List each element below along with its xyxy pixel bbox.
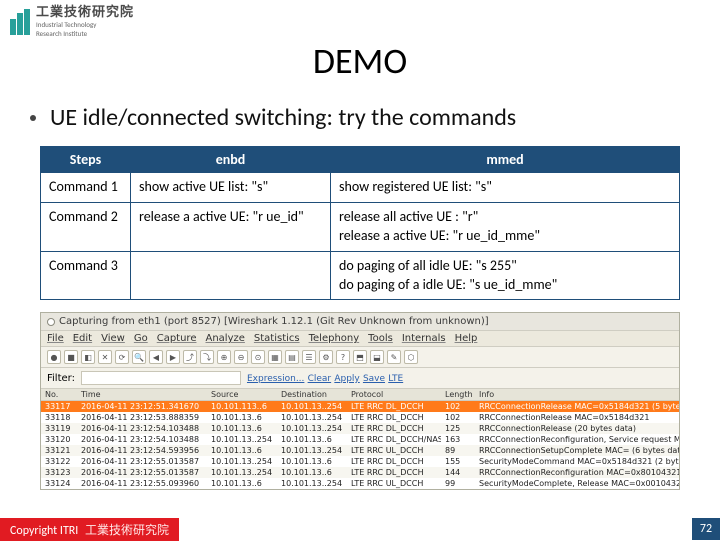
logo-text-cn: 工業技術研究院 — [36, 6, 134, 19]
menu-item[interactable]: Tools — [368, 333, 393, 344]
toolbar-icon[interactable]: ⊕ — [217, 350, 231, 364]
table-cell: do paging of all idle UE: "s 255"do pagi… — [331, 251, 680, 300]
table-cell: Command 1 — [41, 173, 131, 203]
toolbar-icon[interactable]: ⤴ — [183, 350, 197, 364]
filter-input[interactable] — [81, 371, 241, 385]
filter-link[interactable]: Clear — [308, 374, 332, 384]
packet-row[interactable]: 331172016-04-11 23:12:51.34167010.101.11… — [41, 401, 679, 412]
bullet-text: UE idle/connected switching: try the com… — [50, 103, 516, 132]
toolbar-icon[interactable]: ◧ — [81, 350, 95, 364]
window-title-text: Capturing from eth1 (port 8527) [Wiresha… — [59, 316, 489, 327]
packet-list-header: No.TimeSourceDestinationProtocolLengthIn… — [41, 389, 679, 401]
column-header[interactable]: Info — [475, 389, 679, 400]
toolbar-icon[interactable]: 🔍 — [132, 350, 146, 364]
slide-footer: Copyright ITRI 工業技術研究院 72 — [0, 518, 720, 540]
slide-title: DEMO — [0, 39, 720, 83]
toolbar-icon[interactable]: ⬒ — [353, 350, 367, 364]
toolbar-icon[interactable]: ● — [47, 350, 61, 364]
toolbar-icon[interactable]: ✕ — [98, 350, 112, 364]
commands-table: Stepsenbdmmed Command 1show active UE li… — [40, 146, 680, 300]
toolbar-icon[interactable]: ▦ — [268, 350, 282, 364]
toolbar-icon[interactable]: ⬡ — [404, 350, 418, 364]
toolbar-icon[interactable]: ⊖ — [234, 350, 248, 364]
filter-label: Filter: — [47, 373, 75, 384]
column-header[interactable]: Source — [207, 389, 277, 400]
filter-bar: Filter: Expression... Clear Apply Save L… — [41, 368, 679, 389]
column-header[interactable]: Protocol — [347, 389, 441, 400]
toolbar-icon[interactable]: ⟳ — [115, 350, 129, 364]
logo-text-en1: Industrial Technology — [36, 21, 134, 28]
column-header[interactable]: No. — [41, 389, 77, 400]
filter-link[interactable]: Save — [363, 374, 385, 384]
toolbar-icon[interactable]: ☰ — [302, 350, 316, 364]
toolbar-icon[interactable]: ■ — [64, 350, 78, 364]
column-header[interactable]: Time — [77, 389, 207, 400]
toolbar-icon[interactable]: ◀ — [149, 350, 163, 364]
table-row: Command 2release a active UE: "r ue_id"r… — [41, 202, 680, 251]
toolbar-icon[interactable]: ✎ — [387, 350, 401, 364]
menu-item[interactable]: Telephony — [309, 333, 360, 344]
table-cell: show registered UE list: "s" — [331, 173, 680, 203]
copyright: Copyright ITRI 工業技術研究院 — [0, 518, 179, 541]
table-cell — [131, 251, 331, 300]
packet-row[interactable]: 331212016-04-11 23:12:54.59395610.101.13… — [41, 445, 679, 456]
bullet-icon — [30, 115, 36, 121]
packet-row[interactable]: 331242016-04-11 23:12:55.09396010.101.13… — [41, 478, 679, 489]
column-header[interactable]: Destination — [277, 389, 347, 400]
toolbar-icon[interactable]: ▶ — [166, 350, 180, 364]
menu-item[interactable]: Go — [134, 333, 148, 344]
table-header: mmed — [331, 147, 680, 173]
packet-row[interactable]: 331192016-04-11 23:12:54.10348810.101.13… — [41, 423, 679, 434]
logo-mark-icon — [10, 9, 30, 35]
bullet-item: UE idle/connected switching: try the com… — [0, 83, 720, 142]
menu-item[interactable]: Capture — [157, 333, 197, 344]
filter-link[interactable]: Apply — [334, 374, 359, 384]
toolbar-icon[interactable]: ⊙ — [251, 350, 265, 364]
table-header: Steps — [41, 147, 131, 173]
packet-row[interactable]: 331182016-04-11 23:12:53.88835910.101.13… — [41, 412, 679, 423]
table-row: Command 3 do paging of all idle UE: "s 25… — [41, 251, 680, 300]
menu-item[interactable]: File — [47, 333, 64, 344]
table-cell: release a active UE: "r ue_id" — [131, 202, 331, 251]
menu-item[interactable]: Edit — [73, 333, 92, 344]
table-row: Command 1show active UE list: "s"show re… — [41, 173, 680, 203]
menu-item[interactable]: View — [101, 333, 125, 344]
column-header[interactable]: Length — [441, 389, 475, 400]
window-titlebar: Capturing from eth1 (port 8527) [Wiresha… — [41, 313, 679, 331]
packet-row[interactable]: 331202016-04-11 23:12:54.10348810.101.13… — [41, 434, 679, 445]
toolbar-icon[interactable]: ▤ — [285, 350, 299, 364]
page-number: 72 — [692, 518, 720, 540]
menu-item[interactable]: Statistics — [254, 333, 300, 344]
menu-item[interactable]: Analyze — [205, 333, 244, 344]
toolbar-icon[interactable]: ⚙ — [319, 350, 333, 364]
toolbar-icon[interactable]: ? — [336, 350, 350, 364]
table-cell: release all active UE : "r"release a act… — [331, 202, 680, 251]
table-cell: show active UE list: "s" — [131, 173, 331, 203]
packet-list: 331172016-04-11 23:12:51.34167010.101.11… — [41, 401, 679, 489]
toolbar: ●■◧✕⟳🔍◀▶⤴⤵⊕⊖⊙▦▤☰⚙?⬒⬓✎⬡ — [41, 347, 679, 368]
toolbar-icon[interactable]: ⤵ — [200, 350, 214, 364]
logo-text-en2: Research Institute — [36, 30, 134, 37]
filter-link[interactable]: LTE — [388, 374, 403, 384]
table-header: enbd — [131, 147, 331, 173]
logo: 工業技術研究院 Industrial Technology Research I… — [0, 0, 720, 37]
packet-row[interactable]: 331232016-04-11 23:12:55.01358710.101.13… — [41, 467, 679, 478]
filter-link[interactable]: Expression... — [247, 374, 304, 384]
menu-bar: File Edit View Go Capture Analyze Statistics Te… — [41, 331, 679, 347]
window-control-icon — [47, 318, 55, 326]
table-cell: Command 3 — [41, 251, 131, 300]
packet-row[interactable]: 331222016-04-11 23:12:55.01358710.101.13… — [41, 456, 679, 467]
toolbar-icon[interactable]: ⬓ — [370, 350, 384, 364]
wireshark-screenshot: Capturing from eth1 (port 8527) [Wiresha… — [40, 312, 680, 490]
table-cell: Command 2 — [41, 202, 131, 251]
menu-item[interactable]: Help — [455, 333, 478, 344]
menu-item[interactable]: Internals — [402, 333, 446, 344]
